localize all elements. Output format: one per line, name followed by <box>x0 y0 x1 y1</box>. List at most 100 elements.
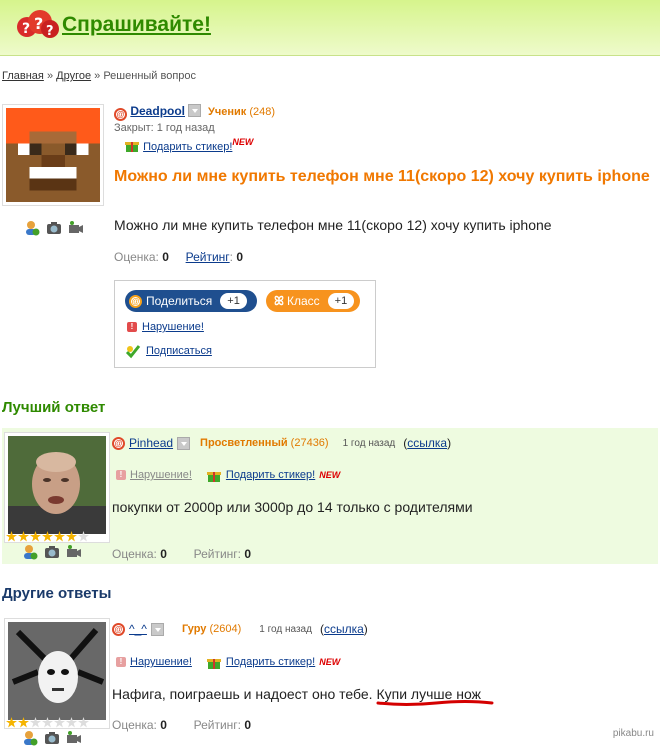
add-friend-icon[interactable] <box>22 730 38 746</box>
breadcrumb-current: Решенный вопрос <box>103 70 197 82</box>
best-answer-time: 1 год назад <box>342 437 396 449</box>
warning-icon: ! <box>116 470 126 480</box>
question-author-name[interactable]: Deadpool <box>130 104 185 118</box>
breadcrumb-separator: » <box>94 70 101 82</box>
question-user-actions <box>24 220 84 236</box>
question-author-line: @ Deadpool Ученик (248) <box>114 104 275 121</box>
star-filled-icon <box>42 531 53 542</box>
permalink-wrapper: (ссылка) <box>319 622 368 636</box>
mail-at-icon: @ <box>129 294 142 308</box>
gift-sticker-link[interactable]: Подарить стикер! <box>143 141 232 153</box>
other-answers-heading: Другие ответы <box>2 585 112 602</box>
add-friend-icon[interactable] <box>24 220 40 236</box>
star-filled-icon <box>6 717 17 728</box>
svg-text:?: ? <box>46 24 54 39</box>
other-author-name[interactable]: ^_^ <box>129 622 147 636</box>
video-camera-icon[interactable] <box>68 220 84 236</box>
star-empty-icon <box>54 717 65 728</box>
report-row: ! Нарушение! <box>127 321 204 333</box>
score-value: 0 <box>236 250 244 264</box>
star-filled-icon <box>18 717 29 728</box>
share-mail-button[interactable]: @ Поделиться +1 <box>125 290 257 312</box>
star-filled-icon <box>30 531 41 542</box>
other-author-line: @ ^_^ Гуру (2604) 1 год назад (ссылка) <box>112 622 368 636</box>
star-filled-icon <box>66 531 77 542</box>
photo-camera-icon[interactable] <box>46 220 62 236</box>
score-label: Рейтинг: <box>193 547 241 561</box>
best-rating-line: Оценка: 0 Рейтинг: 0 <box>112 547 251 561</box>
star-empty-icon <box>78 717 89 728</box>
site-title-link[interactable]: Спрашивайте! <box>62 13 211 37</box>
mail-at-icon: @ <box>112 622 125 636</box>
gift-icon <box>206 472 221 482</box>
other-user-actions <box>22 730 82 746</box>
report-link[interactable]: Нарушение! <box>142 321 204 333</box>
class-label: Класс <box>286 294 320 308</box>
mail-at-icon: @ <box>112 436 125 450</box>
photo-camera-icon[interactable] <box>44 544 60 560</box>
question-body: Можно ли мне купить телефон мне 11(скоро… <box>114 217 552 233</box>
pixel-avatar-image <box>6 108 100 202</box>
other-author-stars <box>6 717 89 728</box>
other-actions-row: ! Нарушение! Подарить стикер! NEW <box>116 654 340 670</box>
breadcrumb-home[interactable]: Главная <box>2 70 44 82</box>
other-report-link[interactable]: Нарушение! <box>130 656 192 668</box>
subscribe-row: Подписаться <box>125 343 212 359</box>
other-answer-avatar[interactable] <box>4 618 110 729</box>
star-empty-icon <box>42 717 53 728</box>
other-answer-text-part1: Нафига, поиграешь и надоест оно тебе. <box>112 686 373 702</box>
gift-sticker-row: Подарить стикер!NEW <box>124 137 253 153</box>
other-answer-permalink[interactable]: ссылка <box>324 622 364 636</box>
best-answer-avatar[interactable] <box>4 432 110 543</box>
permalink-wrapper: (ссылка) <box>403 436 452 450</box>
question-author-avatar[interactable] <box>2 104 104 206</box>
video-camera-icon[interactable] <box>66 544 82 560</box>
new-badge: NEW <box>232 137 254 147</box>
other-author-rank: Гуру (2604) <box>181 623 242 635</box>
score-value: 0 <box>244 718 252 732</box>
question-closed-time: Закрыт: 1 год назад <box>114 122 215 134</box>
star-empty-icon <box>78 531 89 542</box>
warning-icon: ! <box>116 657 126 667</box>
odnoklassniki-icon: ꕤ <box>274 293 284 308</box>
subscribe-link[interactable]: Подписаться <box>146 345 212 357</box>
best-author-line: @ Pinhead Просветленный (27436) 1 год на… <box>112 436 451 450</box>
author-menu-dropdown-icon[interactable] <box>188 104 202 117</box>
best-author-name[interactable]: Pinhead <box>129 436 173 450</box>
breadcrumb-separator: » <box>46 70 54 82</box>
author-menu-dropdown-icon[interactable] <box>177 436 191 450</box>
star-filled-icon <box>6 531 17 542</box>
author-menu-dropdown-icon[interactable] <box>150 622 164 636</box>
svg-text:?: ? <box>34 14 43 33</box>
score-link[interactable]: Рейтинг <box>186 250 230 264</box>
new-badge: NEW <box>319 657 341 667</box>
breadcrumb-category[interactable]: Другое <box>56 70 91 82</box>
best-gift-sticker-link[interactable]: Подарить стикер! <box>226 469 315 481</box>
avatar-photo-image <box>8 622 106 720</box>
other-gift-sticker-link[interactable]: Подарить стикер! <box>226 656 315 668</box>
question-title: Можно ли мне купить телефон мне 11(скоро… <box>114 168 650 185</box>
odnoklassniki-class-button[interactable]: ꕤ Класс +1 <box>266 290 360 312</box>
other-answer-time: 1 год назад <box>259 623 312 635</box>
best-report-link[interactable]: Нарушение! <box>130 469 192 481</box>
video-camera-icon[interactable] <box>66 730 82 746</box>
author-points: (248) <box>249 106 276 118</box>
best-author-points: (27436) <box>290 437 329 449</box>
star-filled-icon <box>54 531 65 542</box>
add-friend-icon[interactable] <box>22 544 38 560</box>
star-empty-icon <box>30 717 41 728</box>
share-panel: @ Поделиться +1 ꕤ Класс +1 ! Нарушение! … <box>114 280 376 368</box>
best-answer-text: покупки от 2000р или 3000р до 14 только … <box>112 499 473 515</box>
photo-camera-icon[interactable] <box>44 730 60 746</box>
question-marks-logo-icon[interactable]: ? ? ? <box>16 7 60 43</box>
rating-value: 0 <box>160 547 167 561</box>
new-badge: NEW <box>319 470 341 480</box>
star-empty-icon <box>66 717 77 728</box>
score-label: Рейтинг: <box>193 718 241 732</box>
class-count: +1 <box>327 293 355 309</box>
other-author-points: (2604) <box>209 623 242 635</box>
warning-icon: ! <box>127 322 137 332</box>
best-answer-permalink[interactable]: ссылка <box>407 436 447 450</box>
best-user-actions <box>22 544 82 560</box>
pikabu-watermark: pikabu.ru <box>612 728 654 739</box>
